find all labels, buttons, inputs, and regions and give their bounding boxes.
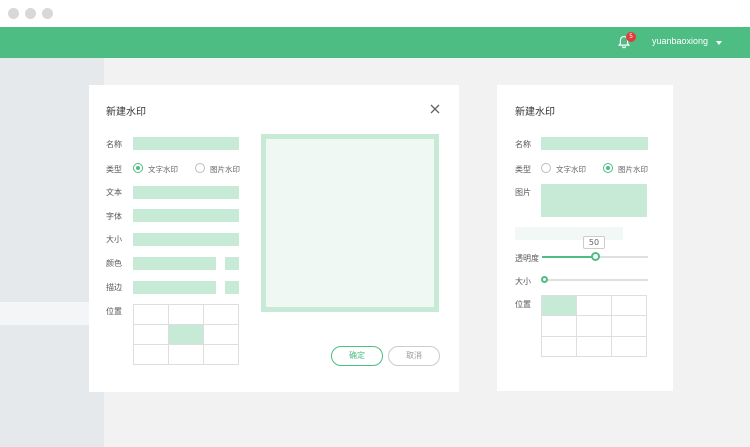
position-cell-middle-left[interactable] — [542, 316, 577, 337]
panel-title: 新建水印 — [515, 107, 555, 118]
text-watermark-option-label: 文字水印 — [556, 165, 586, 174]
image-label: 图片 — [515, 188, 531, 197]
text-watermark-option-label: 文字水印 — [148, 165, 178, 174]
position-cell-center[interactable] — [169, 325, 204, 345]
cancel-button[interactable]: 取消 — [388, 346, 440, 366]
position-cell-middle-left[interactable] — [134, 325, 169, 345]
position-grid — [541, 295, 647, 357]
image-watermark-radio[interactable] — [603, 163, 613, 173]
name-label: 名称 — [515, 140, 531, 149]
font-select[interactable] — [133, 209, 239, 222]
position-cell-center[interactable] — [577, 316, 612, 337]
stroke-label: 描边 — [106, 283, 122, 292]
size-input[interactable] — [133, 233, 239, 246]
text-watermark-radio[interactable] — [133, 163, 143, 173]
position-label: 位置 — [106, 307, 122, 316]
close-icon[interactable] — [429, 103, 441, 115]
position-cell-top-left[interactable] — [134, 305, 169, 325]
type-label: 类型 — [106, 165, 122, 174]
name-label: 名称 — [106, 140, 122, 149]
position-cell-bottom-center[interactable] — [169, 345, 204, 365]
notification-badge: 5 — [626, 32, 636, 42]
chevron-down-icon[interactable] — [716, 41, 722, 45]
top-navigation-bar — [0, 27, 750, 58]
position-cell-bottom-right[interactable] — [204, 345, 239, 365]
position-cell-middle-right[interactable] — [204, 325, 239, 345]
position-cell-middle-right[interactable] — [612, 316, 647, 337]
opacity-tooltip: 50 — [583, 236, 605, 249]
confirm-button[interactable]: 确定 — [331, 346, 383, 366]
type-label: 类型 — [515, 165, 531, 174]
position-cell-top-center[interactable] — [169, 305, 204, 325]
position-label: 位置 — [515, 300, 531, 309]
watermark-preview — [261, 134, 439, 312]
position-cell-bottom-center[interactable] — [577, 336, 612, 357]
opacity-slider-handle[interactable] — [590, 252, 600, 261]
stroke-input[interactable] — [133, 281, 216, 294]
image-upload-area[interactable] — [541, 184, 647, 217]
size-label: 大小 — [515, 277, 531, 286]
position-cell-top-right[interactable] — [204, 305, 239, 325]
stroke-swatch[interactable] — [225, 281, 239, 294]
position-cell-bottom-left[interactable] — [134, 345, 169, 365]
color-label: 颜色 — [106, 259, 122, 268]
sidebar-active-item[interactable] — [0, 302, 89, 325]
size-slider-handle[interactable] — [541, 276, 548, 283]
image-watermark-option-label: 图片水印 — [618, 165, 648, 174]
window-titlebar — [0, 0, 750, 27]
text-watermark-radio[interactable] — [541, 163, 551, 173]
opacity-label: 透明度 — [515, 254, 539, 263]
font-label: 字体 — [106, 212, 122, 221]
user-name-menu[interactable]: yuanbaoxiong — [652, 36, 708, 46]
position-cell-top-left[interactable] — [542, 296, 577, 317]
position-cell-top-center[interactable] — [577, 296, 612, 317]
name-input[interactable] — [133, 137, 239, 150]
window-close-dot[interactable] — [8, 8, 19, 19]
image-file-bar — [515, 227, 623, 240]
text-input[interactable] — [133, 186, 239, 199]
position-cell-bottom-left[interactable] — [542, 336, 577, 357]
opacity-slider-fill — [542, 256, 595, 258]
size-slider-track[interactable] — [542, 279, 648, 281]
text-label: 文本 — [106, 188, 122, 197]
position-cell-bottom-right[interactable] — [612, 336, 647, 357]
image-watermark-option-label: 图片水印 — [210, 165, 240, 174]
color-swatch[interactable] — [225, 257, 239, 270]
window-minimize-dot[interactable] — [25, 8, 36, 19]
position-grid — [133, 304, 239, 365]
position-cell-top-right[interactable] — [612, 296, 647, 317]
size-label: 大小 — [106, 235, 122, 244]
image-watermark-radio[interactable] — [195, 163, 205, 173]
name-input[interactable] — [541, 137, 648, 150]
window-maximize-dot[interactable] — [42, 8, 53, 19]
color-input[interactable] — [133, 257, 216, 270]
dialog-title: 新建水印 — [106, 107, 146, 118]
